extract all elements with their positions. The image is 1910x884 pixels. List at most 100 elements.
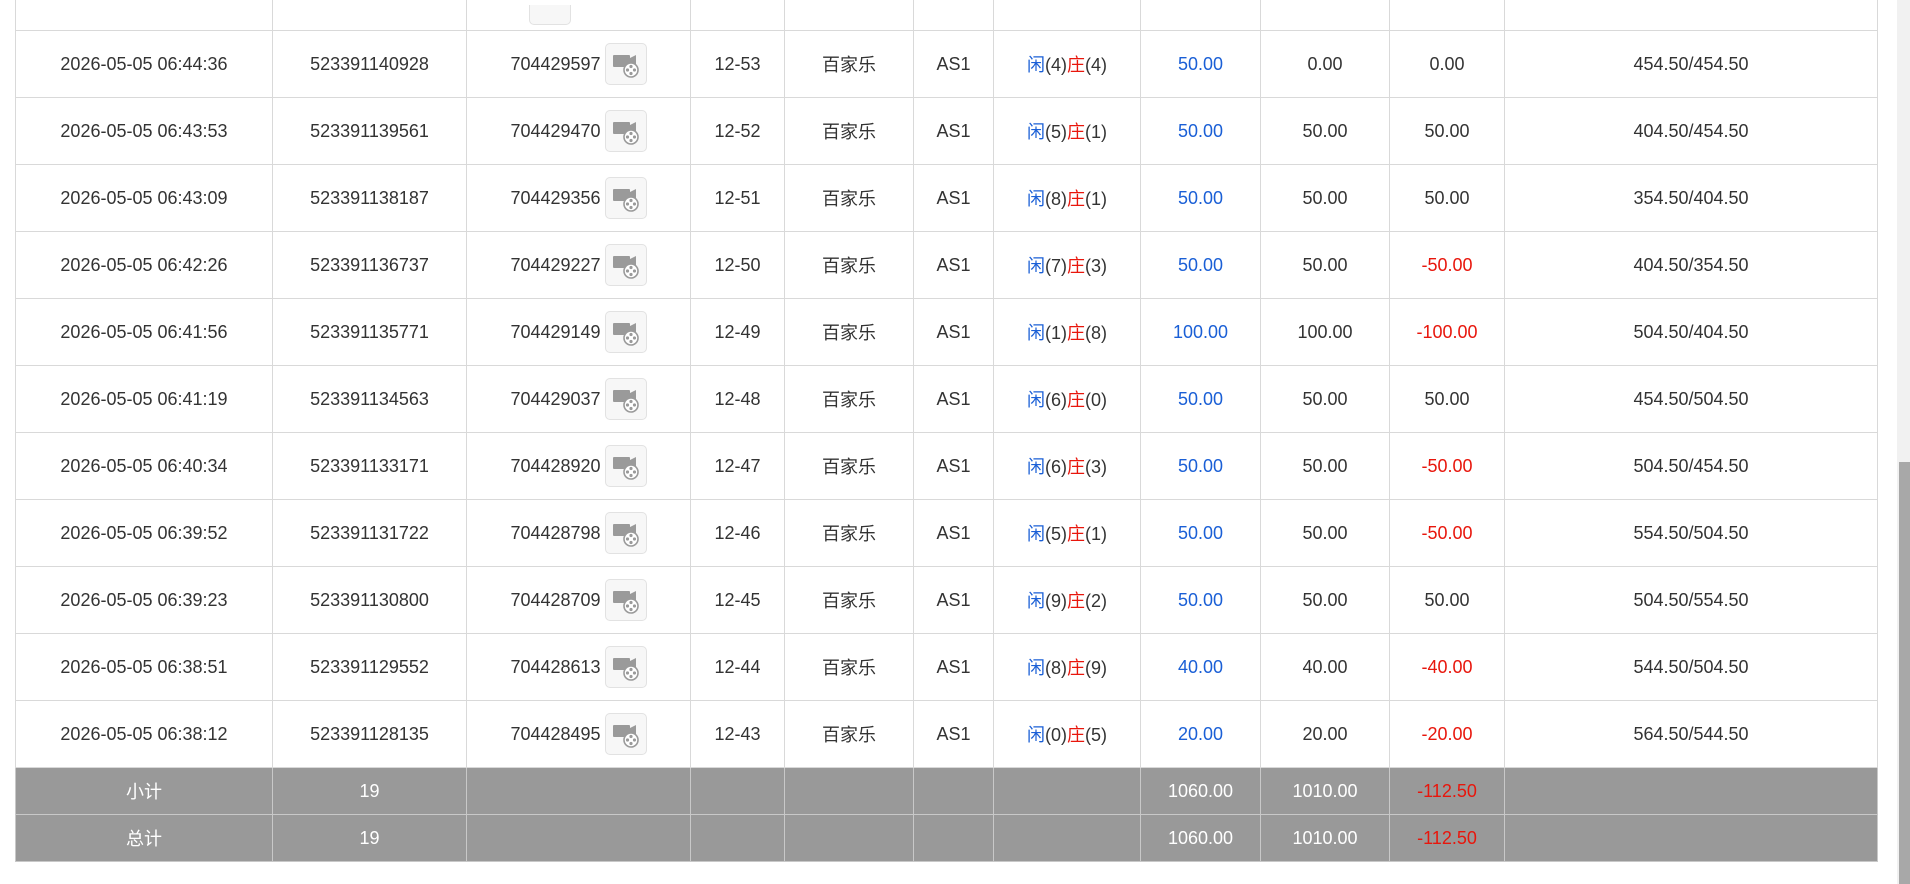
subtotal-bet: 1060.00: [1140, 767, 1261, 815]
subtotal-row: 小计 19 1060.00 1010.00 -112.50: [15, 767, 1878, 815]
video-replay-icon[interactable]: [604, 646, 647, 688]
valid-bet: 20.00: [1260, 700, 1390, 768]
win-loss: 50.00: [1389, 164, 1505, 232]
valid-bet: 50.00: [1260, 432, 1390, 500]
order-id: 523391134563: [272, 365, 467, 433]
player-points: (8): [1045, 189, 1067, 209]
table-row: 2026-05-05 06:41:56 523391135771 704429149…: [15, 298, 1878, 366]
player-points: (4): [1045, 55, 1067, 75]
player-label: 闲: [1027, 524, 1045, 544]
bet-amount: 20.00: [1140, 700, 1261, 768]
result-cell: 闲(8)庄(9): [993, 633, 1141, 701]
shoe-number: 12-48: [690, 365, 785, 433]
total-row: 总计 19 1060.00 1010.00 -112.50: [15, 814, 1878, 862]
shoe-number: 12-50: [690, 231, 785, 299]
round-cell: 704428920: [466, 432, 691, 500]
round-cell: 704428495: [466, 700, 691, 768]
shoe-number: 12-44: [690, 633, 785, 701]
table-code: AS1: [913, 231, 994, 299]
round-cell: 704429356: [466, 164, 691, 232]
banker-label: 庄: [1067, 55, 1085, 75]
order-id: 523391139561: [272, 97, 467, 165]
game-name: 百家乐: [784, 566, 914, 634]
order-id: 523391138187: [272, 164, 467, 232]
banker-label: 庄: [1067, 189, 1085, 209]
round-cell: 704428798: [466, 499, 691, 567]
banker-points: (0): [1085, 390, 1107, 410]
table-row: 2026-05-05 06:42:26 523391136737 704429227…: [15, 231, 1878, 299]
table-row: 2026-05-05 06:38:12 523391128135 704428495…: [15, 700, 1878, 768]
table-code: AS1: [913, 566, 994, 634]
banker-label: 庄: [1067, 457, 1085, 477]
game-name: 百家乐: [784, 432, 914, 500]
total-count: 19: [272, 814, 467, 862]
bet-time: 2026-05-05 06:43:09: [15, 164, 273, 232]
bet-time: 2026-05-05 06:42:26: [15, 231, 273, 299]
win-loss: 50.00: [1389, 365, 1505, 433]
total-label: 总计: [15, 814, 273, 862]
balance-change: 504.50/454.50: [1504, 432, 1878, 500]
video-replay-icon[interactable]: [529, 4, 571, 25]
bet-time: 2026-05-05 06:38:51: [15, 633, 273, 701]
player-label: 闲: [1027, 55, 1045, 75]
bet-amount: 40.00: [1140, 633, 1261, 701]
round-id: 704429227: [510, 254, 601, 275]
order-id: 523391133171: [272, 432, 467, 500]
win-loss: -50.00: [1389, 432, 1505, 500]
banker-label: 庄: [1067, 323, 1085, 343]
balance-change: 404.50/454.50: [1504, 97, 1878, 165]
player-label: 闲: [1027, 725, 1045, 745]
banker-label: 庄: [1067, 658, 1085, 678]
video-replay-icon[interactable]: [604, 177, 647, 219]
video-replay-icon[interactable]: [604, 512, 647, 554]
table-code: AS1: [913, 499, 994, 567]
player-label: 闲: [1027, 591, 1045, 611]
round-id: 704429356: [510, 187, 601, 208]
result-cell: 闲(7)庄(3): [993, 231, 1141, 299]
order-id: 523391128135: [272, 700, 467, 768]
order-id: 523391140928: [272, 30, 467, 98]
round-cell: 704428613: [466, 633, 691, 701]
player-points: (6): [1045, 390, 1067, 410]
bet-time: 2026-05-05 06:44:36: [15, 30, 273, 98]
table-code: AS1: [913, 164, 994, 232]
scrollbar-thumb[interactable]: [1899, 462, 1910, 884]
video-replay-icon[interactable]: [604, 244, 647, 286]
banker-points: (5): [1085, 725, 1107, 745]
balance-change: 404.50/354.50: [1504, 231, 1878, 299]
video-replay-icon[interactable]: [604, 713, 647, 755]
banker-points: (1): [1085, 189, 1107, 209]
game-name: 百家乐: [784, 30, 914, 98]
game-name: 百家乐: [784, 700, 914, 768]
balance-change: 454.50/504.50: [1504, 365, 1878, 433]
win-loss: 50.00: [1389, 566, 1505, 634]
player-label: 闲: [1027, 323, 1045, 343]
bet-records-table-wrapper: 2026-05-05 06:44:36 523391140928 704429597…: [15, 0, 1878, 862]
shoe-number: 12-43: [690, 700, 785, 768]
video-replay-icon[interactable]: [604, 311, 647, 353]
bet-amount: 50.00: [1140, 365, 1261, 433]
balance-change: 564.50/544.50: [1504, 700, 1878, 768]
shoe-number: 12-46: [690, 499, 785, 567]
table-row: 2026-05-05 06:39:52 523391131722 704428798…: [15, 499, 1878, 567]
video-replay-icon[interactable]: [604, 110, 647, 152]
result-cell: 闲(1)庄(8): [993, 298, 1141, 366]
video-replay-icon[interactable]: [604, 445, 647, 487]
bet-amount: 50.00: [1140, 432, 1261, 500]
video-replay-icon[interactable]: [604, 378, 647, 420]
total-win: -112.50: [1389, 814, 1505, 862]
player-points: (1): [1045, 323, 1067, 343]
round-id: 704428613: [510, 656, 601, 677]
video-replay-icon[interactable]: [604, 43, 647, 85]
valid-bet: 50.00: [1260, 164, 1390, 232]
valid-bet: 50.00: [1260, 365, 1390, 433]
balance-change: 504.50/554.50: [1504, 566, 1878, 634]
video-replay-icon[interactable]: [604, 579, 647, 621]
banker-label: 庄: [1067, 725, 1085, 745]
valid-bet: 0.00: [1260, 30, 1390, 98]
round-cell: 704429149: [466, 298, 691, 366]
result-cell: 闲(8)庄(1): [993, 164, 1141, 232]
bet-amount: 100.00: [1140, 298, 1261, 366]
player-label: 闲: [1027, 122, 1045, 142]
player-points: (5): [1045, 524, 1067, 544]
